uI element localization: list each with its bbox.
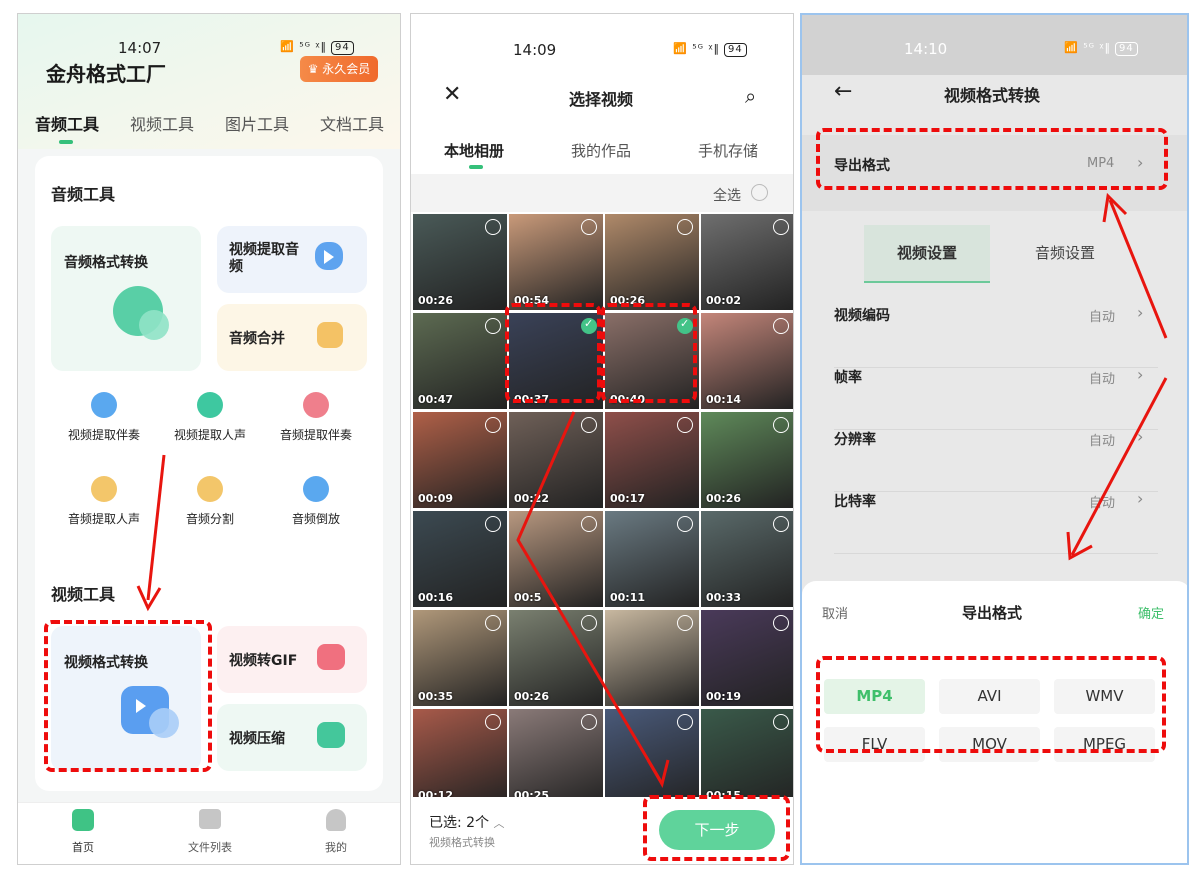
- arrow-up-3: [1108, 199, 1168, 339]
- annotation-arrows: [136, 192, 1168, 788]
- arrow-down-4: [1070, 377, 1168, 556]
- arrow-down-2: [516, 411, 662, 781]
- arrow-down-1: [146, 454, 166, 601]
